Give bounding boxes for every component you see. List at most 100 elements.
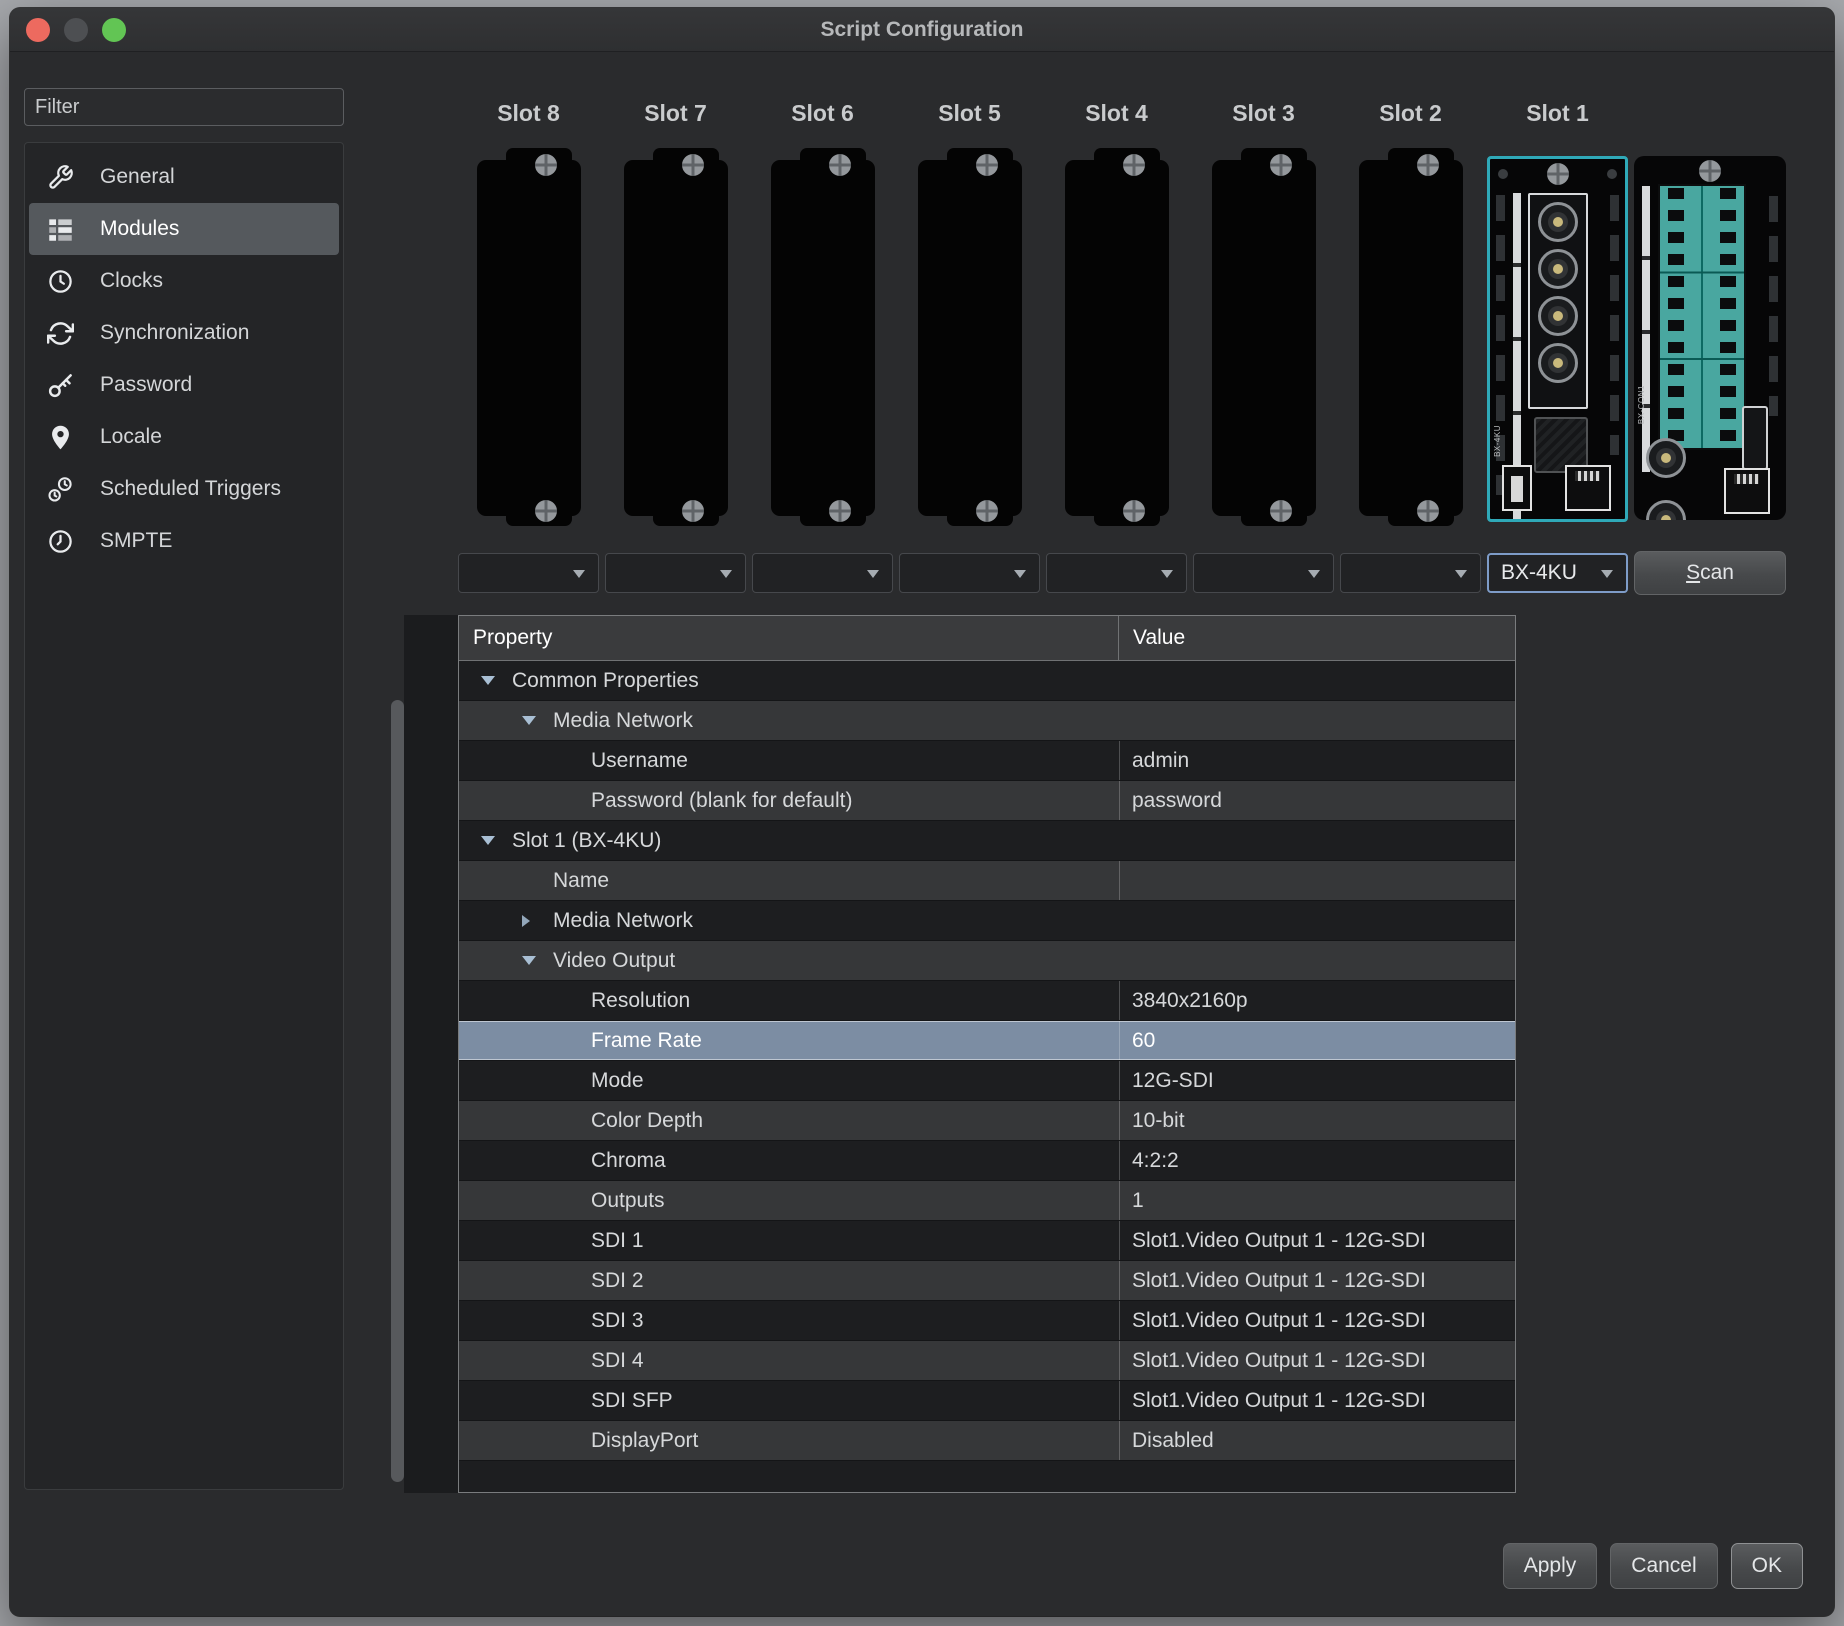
resolution-value[interactable]: 3840x2160p: [1132, 989, 1248, 1013]
property-row-mode[interactable]: Mode 12G-SDI: [459, 1061, 1515, 1101]
collapse-triangle-icon[interactable]: [481, 836, 495, 845]
slot-5-module-dropdown[interactable]: [899, 553, 1040, 593]
bnc-connector-icon: [1538, 296, 1578, 336]
screw-icon: [1270, 500, 1292, 522]
property-row-username[interactable]: Username admin: [459, 741, 1515, 781]
apply-button[interactable]: Apply: [1503, 1543, 1598, 1589]
screw-icon: [1123, 154, 1145, 176]
property-row-displayport[interactable]: DisplayPort Disabled: [459, 1421, 1515, 1461]
sdi-4-value[interactable]: Slot1.Video Output 1 - 12G-SDI: [1132, 1349, 1426, 1373]
username-value[interactable]: admin: [1132, 749, 1189, 773]
slot-1-column: Slot 1: [1487, 96, 1628, 564]
property-row-slot1-media-network[interactable]: Media Network: [459, 901, 1515, 941]
slot-4-empty-card[interactable]: [1065, 160, 1169, 516]
slot-7-module-dropdown[interactable]: [605, 553, 746, 593]
property-row-media-network[interactable]: Media Network: [459, 701, 1515, 741]
slot-8-empty-card[interactable]: [477, 160, 581, 516]
table-gutter: [404, 615, 458, 1493]
property-table: Property Value Common Properties Media N…: [458, 615, 1516, 1493]
sidebar-item-general[interactable]: General: [29, 151, 339, 203]
slot-3-column: Slot 3: [1193, 96, 1334, 564]
sidebar-item-synchronization[interactable]: Synchronization: [29, 307, 339, 359]
collapse-triangle-icon[interactable]: [522, 956, 536, 965]
property-row-outputs[interactable]: Outputs 1: [459, 1181, 1515, 1221]
wrench-icon: [47, 164, 74, 191]
property-row-sdi-sfp[interactable]: SDI SFP Slot1.Video Output 1 - 12G-SDI: [459, 1381, 1515, 1421]
slot-6-empty-card[interactable]: [771, 160, 875, 516]
slot-4-module-dropdown[interactable]: [1046, 553, 1187, 593]
screw-icon: [1607, 169, 1617, 179]
sdi-2-value[interactable]: Slot1.Video Output 1 - 12G-SDI: [1132, 1269, 1426, 1293]
slot-3-module-dropdown[interactable]: [1193, 553, 1334, 593]
slot-1-module-card[interactable]: BX-4KU: [1487, 156, 1628, 522]
sidebar-item-scheduled-triggers[interactable]: Scheduled Triggers: [29, 463, 339, 515]
ok-button[interactable]: OK: [1731, 1543, 1803, 1589]
color-depth-value[interactable]: 10-bit: [1132, 1109, 1185, 1133]
bnc-connector-icon: [1646, 438, 1686, 478]
displayport-value[interactable]: Disabled: [1132, 1429, 1214, 1453]
slot-3-empty-card[interactable]: [1212, 160, 1316, 516]
collapse-triangle-icon[interactable]: [522, 716, 536, 725]
slot-2-empty-card[interactable]: [1359, 160, 1463, 516]
slot-7-empty-card[interactable]: [624, 160, 728, 516]
frame-rate-value[interactable]: 60: [1132, 1029, 1155, 1053]
property-row-name[interactable]: Name: [459, 861, 1515, 901]
property-row-slot1-group[interactable]: Slot 1 (BX-4KU): [459, 821, 1515, 861]
bnc-connector-icon: [1646, 500, 1686, 520]
cancel-button[interactable]: Cancel: [1610, 1543, 1717, 1589]
property-row-password[interactable]: Password (blank for default) password: [459, 781, 1515, 821]
bnc-connector-icon: [1538, 343, 1578, 383]
property-row-resolution[interactable]: Resolution 3840x2160p: [459, 981, 1515, 1021]
screw-icon: [1699, 160, 1721, 182]
property-row-sdi-1[interactable]: SDI 1 Slot1.Video Output 1 - 12G-SDI: [459, 1221, 1515, 1261]
sidebar-item-smpte[interactable]: SMPTE: [29, 515, 339, 567]
slot-4-label: Slot 4: [1046, 96, 1187, 130]
property-row-video-output[interactable]: Video Output: [459, 941, 1515, 981]
value-column-header: Value: [1119, 616, 1515, 660]
ethernet-port: [1565, 465, 1611, 511]
titlebar: Script Configuration: [10, 8, 1834, 52]
table-header: Property Value: [459, 616, 1515, 661]
sdi-1-value[interactable]: Slot1.Video Output 1 - 12G-SDI: [1132, 1229, 1426, 1253]
map-pin-icon: [47, 424, 74, 451]
screw-icon: [1123, 500, 1145, 522]
scan-button[interactable]: Scan: [1634, 551, 1786, 595]
password-value[interactable]: password: [1132, 789, 1222, 813]
sidebar-item-modules[interactable]: Modules: [29, 203, 339, 255]
memory-card-slot: [1742, 406, 1768, 470]
clock-icon: [47, 268, 74, 295]
property-row-sdi-4[interactable]: SDI 4 Slot1.Video Output 1 - 12G-SDI: [459, 1341, 1515, 1381]
collapse-triangle-icon[interactable]: [481, 676, 495, 685]
sidebar-item-locale[interactable]: Locale: [29, 411, 339, 463]
slot-1-module-dropdown[interactable]: BX-4KU: [1487, 553, 1628, 593]
mode-value[interactable]: 12G-SDI: [1132, 1069, 1214, 1093]
slot-5-empty-card[interactable]: [918, 160, 1022, 516]
slot-2-module-dropdown[interactable]: [1340, 553, 1481, 593]
expand-triangle-icon[interactable]: [522, 915, 530, 927]
sdi-connector-panel: [1528, 193, 1588, 409]
chroma-value[interactable]: 4:2:2: [1132, 1149, 1179, 1173]
outputs-value[interactable]: 1: [1132, 1189, 1144, 1213]
property-row-sdi-2[interactable]: SDI 2 Slot1.Video Output 1 - 12G-SDI: [459, 1261, 1515, 1301]
sdi-sfp-value[interactable]: Slot1.Video Output 1 - 12G-SDI: [1132, 1389, 1426, 1413]
filter-input[interactable]: [24, 88, 344, 126]
sidebar-item-label: General: [100, 165, 175, 189]
property-row-sdi-3[interactable]: SDI 3 Slot1.Video Output 1 - 12G-SDI: [459, 1301, 1515, 1341]
property-row-common-properties[interactable]: Common Properties: [459, 661, 1515, 701]
sidebar-item-label: Scheduled Triggers: [100, 477, 281, 501]
sidebar-item-password[interactable]: Password: [29, 359, 339, 411]
property-row-chroma[interactable]: Chroma 4:2:2: [459, 1141, 1515, 1181]
property-row-color-depth[interactable]: Color Depth 10-bit: [459, 1101, 1515, 1141]
expansion-module-card[interactable]: BX-CON1: [1634, 156, 1786, 520]
faceplate-strip: [1642, 186, 1650, 472]
clock-icon: [47, 528, 74, 555]
content-scrollbar[interactable]: [391, 700, 404, 1482]
sdi-3-value[interactable]: Slot1.Video Output 1 - 12G-SDI: [1132, 1309, 1426, 1333]
slot-6-module-dropdown[interactable]: [752, 553, 893, 593]
sidebar-item-clocks[interactable]: Clocks: [29, 255, 339, 307]
screw-icon: [1270, 154, 1292, 176]
slot-8-module-dropdown[interactable]: [458, 553, 599, 593]
property-column-header: Property: [459, 616, 1118, 660]
screw-icon: [682, 154, 704, 176]
property-row-frame-rate[interactable]: Frame Rate 60: [459, 1021, 1515, 1061]
